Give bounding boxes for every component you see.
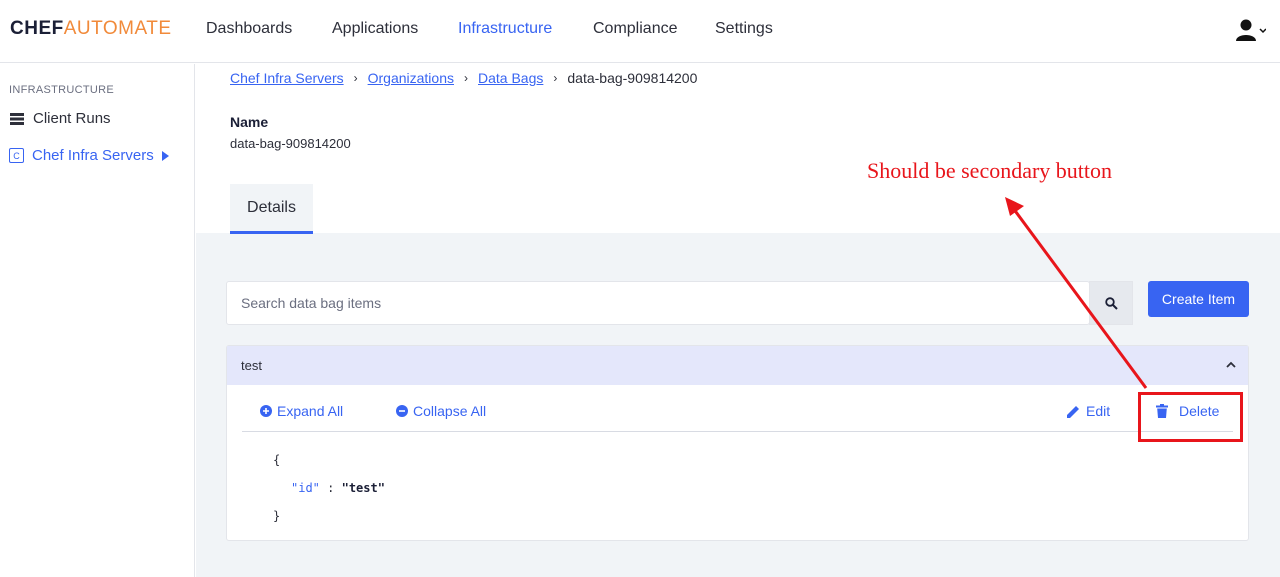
divider xyxy=(242,431,1233,432)
json-key: "id" xyxy=(291,481,320,495)
json-row: "id" : "test" xyxy=(273,474,385,502)
search-box[interactable] xyxy=(226,281,1090,325)
search-icon xyxy=(1104,296,1118,310)
collapse-all-button[interactable]: Collapse All xyxy=(396,403,486,419)
nav-compliance[interactable]: Compliance xyxy=(593,20,677,38)
logo-automate-text: AUTOMATE xyxy=(63,18,172,39)
main-content: Chef Infra Servers › Organizations › Dat… xyxy=(196,64,1280,577)
sidebar-heading: INFRASTRUCTURE xyxy=(9,84,115,96)
sidebar-item-client-runs[interactable]: Client Runs xyxy=(9,110,111,127)
chevron-right-icon: › xyxy=(553,71,558,85)
json-value: "test" xyxy=(341,481,385,495)
breadcrumb: Chef Infra Servers › Organizations › Dat… xyxy=(230,70,697,86)
chevron-right-icon: › xyxy=(464,71,468,85)
caret-right-icon xyxy=(161,150,169,161)
collapse-all-label: Collapse All xyxy=(413,403,487,419)
chevron-right-icon: › xyxy=(353,71,358,85)
edit-button[interactable]: Edit xyxy=(1066,403,1110,419)
json-colon: : xyxy=(327,481,335,495)
sidebar-item-label: Client Runs xyxy=(33,110,111,127)
name-label: Name xyxy=(230,114,269,130)
c-badge-icon: C xyxy=(9,148,24,163)
json-close-brace: } xyxy=(273,509,281,523)
nav-settings[interactable]: Settings xyxy=(715,20,773,38)
details-panel: Create Item test Expand All Collapse All… xyxy=(196,233,1280,577)
sidebar-item-chef-infra-servers[interactable]: C Chef Infra Servers xyxy=(9,147,169,164)
chevron-up-icon[interactable] xyxy=(1224,358,1238,372)
minus-circle-icon xyxy=(396,405,408,417)
tab-details[interactable]: Details xyxy=(230,184,313,234)
breadcrumb-current: data-bag-909814200 xyxy=(567,70,698,86)
nav-applications[interactable]: Applications xyxy=(332,20,418,38)
breadcrumb-data-bags[interactable]: Data Bags xyxy=(478,70,543,86)
item-header[interactable]: test xyxy=(227,346,1248,385)
data-bag-item-card: test Expand All Collapse All Edit Delete xyxy=(226,345,1249,541)
edit-label: Edit xyxy=(1086,403,1111,419)
user-menu-button[interactable] xyxy=(1236,17,1267,43)
nav-dashboards[interactable]: Dashboards xyxy=(206,20,292,38)
logo-chef-text: CHEF xyxy=(10,18,64,39)
sidebar-item-label: Chef Infra Servers xyxy=(32,147,154,164)
nav-infrastructure[interactable]: Infrastructure xyxy=(458,20,552,38)
create-item-button[interactable]: Create Item xyxy=(1148,281,1249,317)
expand-all-button[interactable]: Expand All xyxy=(260,403,343,419)
expand-all-label: Expand All xyxy=(277,403,344,419)
chef-automate-logo[interactable]: CHEFAUTOMATE xyxy=(10,18,172,40)
breadcrumb-chef-infra-servers[interactable]: Chef Infra Servers xyxy=(230,70,344,86)
annotation-text: Should be secondary button xyxy=(867,158,1113,183)
pencil-icon xyxy=(1067,405,1079,418)
plus-circle-icon xyxy=(260,405,272,417)
breadcrumb-organizations[interactable]: Organizations xyxy=(368,70,454,86)
search-input[interactable] xyxy=(227,282,1089,324)
list-icon xyxy=(9,111,25,127)
search-button[interactable] xyxy=(1089,281,1133,325)
top-nav-bar: CHEFAUTOMATE Dashboards Applications Inf… xyxy=(0,0,1280,63)
user-icon xyxy=(1236,19,1267,41)
annotation-highlight-box xyxy=(1138,392,1243,442)
name-value: data-bag-909814200 xyxy=(230,136,351,151)
json-viewer: { "id" : "test" } xyxy=(273,446,385,530)
sidebar: INFRASTRUCTURE Client Runs C Chef Infra … xyxy=(0,64,195,577)
json-open-brace: { xyxy=(273,453,281,467)
item-title: test xyxy=(241,358,262,373)
